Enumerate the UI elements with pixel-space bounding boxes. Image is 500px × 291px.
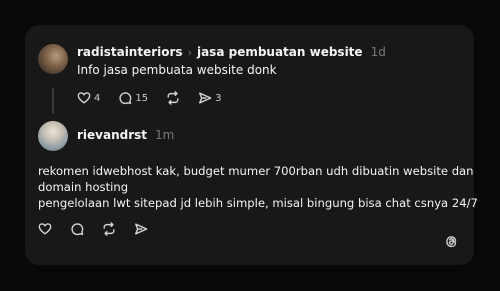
comment-button[interactable]: 15 [118, 91, 148, 105]
repost-icon [103, 222, 115, 236]
thread-connector-line [52, 88, 54, 114]
heart-icon [77, 92, 91, 104]
post-actions: 4 15 3 [77, 91, 239, 105]
reply-text-line: domain hosting [38, 180, 129, 194]
reply-username[interactable]: rievandrst [77, 128, 147, 142]
chevron-right-icon: › [187, 45, 192, 59]
post-topic-tag[interactable]: jasa pembuatan website [197, 45, 363, 59]
reply-like-button[interactable] [38, 222, 52, 236]
comment-icon [119, 92, 132, 105]
post-header: radistainteriors › jasa pembuatan websit… [77, 44, 386, 60]
reply-text-line: pengelolaan lwt sitepad jd lebih simple,… [38, 196, 478, 210]
post-username[interactable]: radistainteriors [77, 45, 183, 59]
reply-text-line: rekomen idwebhost kak, budget mumer 700r… [38, 164, 474, 178]
reply-share-button[interactable] [134, 222, 148, 236]
share-button[interactable]: 3 [198, 91, 221, 105]
reply-repost-button[interactable] [102, 222, 116, 236]
share-icon [199, 92, 212, 104]
post-text: Info jasa pembuata website donk [77, 63, 277, 77]
reply-text: rekomen idwebhost kak, budget mumer 700r… [38, 163, 478, 211]
repost-icon [167, 91, 179, 105]
share-count: 3 [215, 92, 222, 104]
reply-actions [38, 222, 166, 236]
heart-icon [38, 223, 52, 235]
repost-button[interactable] [166, 91, 180, 105]
threads-logo-icon[interactable] [443, 233, 460, 250]
avatar-radistainteriors[interactable] [38, 44, 68, 74]
thread-card: radistainteriors › jasa pembuatan websit… [25, 25, 478, 265]
like-count: 4 [94, 92, 101, 104]
comment-icon [71, 223, 84, 236]
share-icon [135, 223, 148, 235]
like-button[interactable]: 4 [77, 91, 100, 105]
post-timestamp: 1d [370, 45, 386, 59]
avatar-rievandrst[interactable] [38, 121, 68, 151]
reply-comment-button[interactable] [70, 222, 84, 236]
reply-timestamp: 1m [155, 128, 175, 142]
reply-header: rievandrst 1m [77, 127, 174, 143]
reply-count: 15 [135, 92, 149, 104]
